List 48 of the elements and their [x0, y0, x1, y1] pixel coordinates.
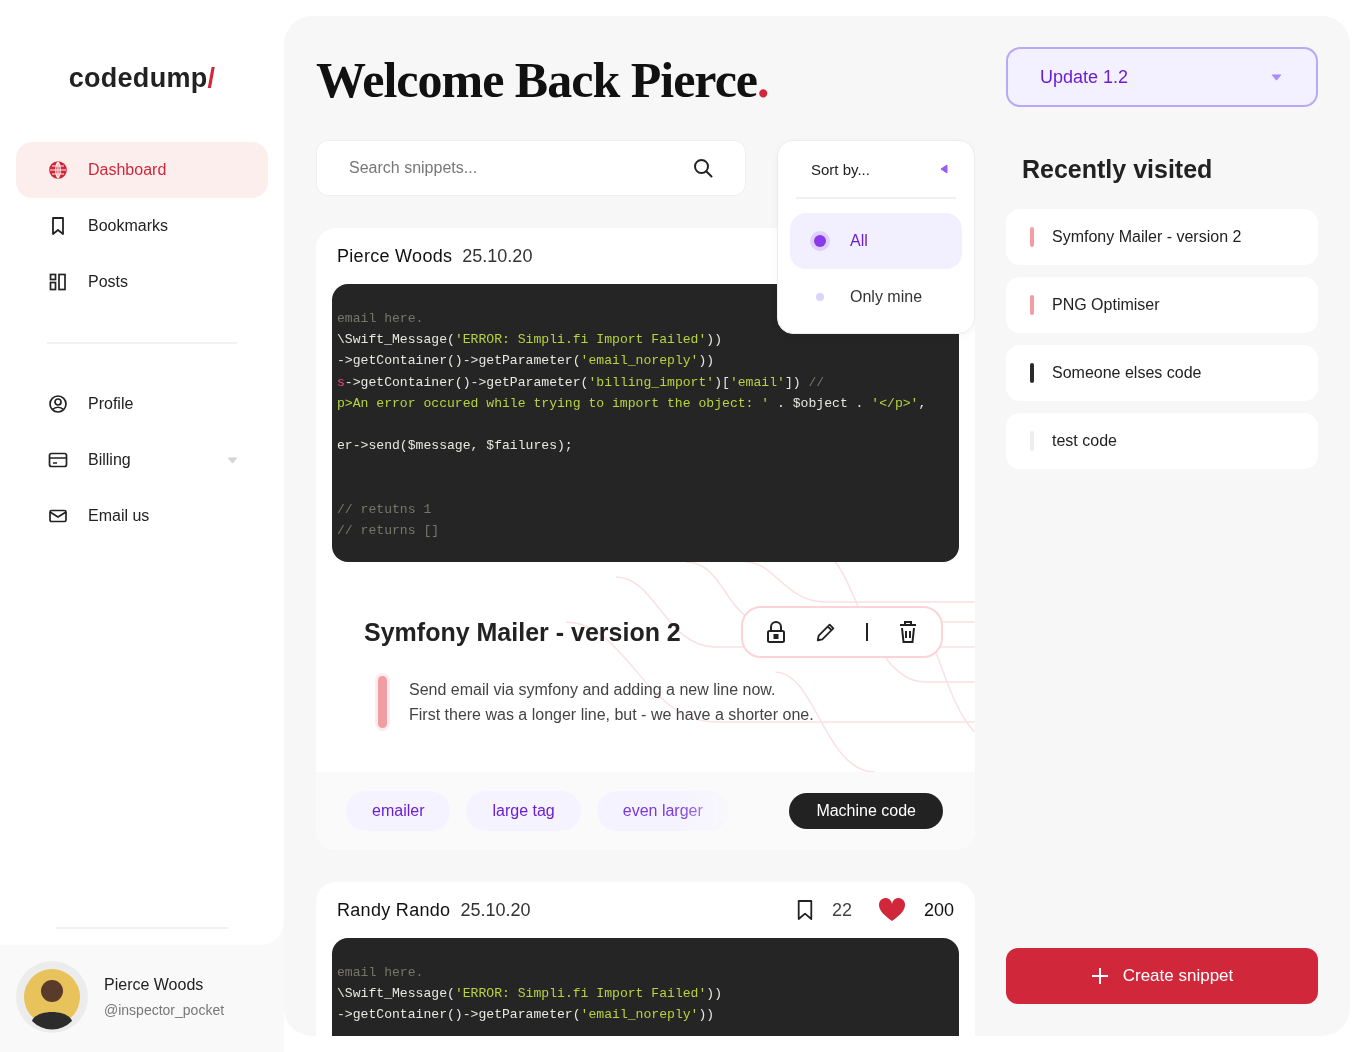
nav-item[interactable]: Billing [16, 432, 268, 488]
bookmark-count: 22 [831, 899, 852, 921]
snippet-description: Send email via symfony and adding a new line now. First there was a longer line, but - we have a shorter one. [409, 680, 814, 725]
user-name: Pierce Woods [104, 976, 205, 994]
sort-select[interactable]: Sort by... [790, 141, 962, 197]
sort-option[interactable]: All [790, 213, 962, 269]
sort-option[interactable]: Only mine [790, 269, 962, 325]
section-heading: Recently visited [1022, 154, 1214, 185]
user-handle: @inspector_pocket [104, 1002, 225, 1018]
caret-icon [940, 164, 948, 174]
tag[interactable]: large tag [466, 791, 581, 831]
nav-item[interactable]: Bookmarks [16, 198, 268, 254]
layout-icon [48, 272, 68, 292]
nav-item[interactable]: Profile [16, 376, 268, 432]
welcome-heading: Welcome Back Pierce. [316, 52, 770, 110]
caret-icon [1271, 73, 1282, 81]
post-date: 25.10.20 [462, 245, 533, 267]
version-select[interactable]: Update 1.2 [1006, 47, 1318, 107]
tag[interactable]: emailer [346, 791, 451, 831]
recent-item[interactable]: Someone elses code [1006, 345, 1318, 401]
search-field[interactable]: Search snippets... [316, 140, 746, 196]
card-icon [48, 450, 68, 470]
like-count: 200 [923, 899, 954, 921]
author-name: Randy Rando [337, 899, 451, 921]
plus-icon [1090, 967, 1109, 985]
nav-item[interactable]: Email us [16, 488, 268, 544]
recent-item[interactable]: PNG Optimiser [1006, 277, 1318, 333]
globe-icon [48, 160, 68, 180]
snippet-title: Symfony Mailer - version 2 [364, 617, 681, 647]
search-icon [693, 158, 713, 178]
nav-item[interactable]: Dashboard [16, 142, 268, 198]
nav-item[interactable]: Posts [16, 254, 268, 310]
create-snippet-button[interactable]: Create snippet [1006, 948, 1318, 1004]
accent-bar [378, 676, 387, 728]
bar-icon[interactable] [865, 622, 869, 642]
heart-icon[interactable] [877, 898, 906, 922]
avatar[interactable] [16, 961, 88, 1033]
recent-item[interactable]: Symfony Mailer - version 2 [1006, 209, 1318, 265]
code-block: email here. \Swift_Message('ERROR: Simpli.fi Import Failed')) ->getContainer()->getParameter('email_noreply')) [332, 938, 959, 1036]
lock-icon[interactable] [765, 620, 787, 644]
language-badge[interactable]: Machine code [789, 793, 943, 829]
author-name: Pierce Woods [337, 245, 453, 267]
bookmark-icon[interactable] [795, 898, 814, 922]
logo: codedump/ [68, 62, 216, 95]
post-date: 25.10.20 [460, 899, 531, 921]
trash-icon[interactable] [897, 620, 919, 644]
user-circle-icon [48, 394, 68, 414]
recent-item[interactable]: test code [1006, 413, 1318, 469]
